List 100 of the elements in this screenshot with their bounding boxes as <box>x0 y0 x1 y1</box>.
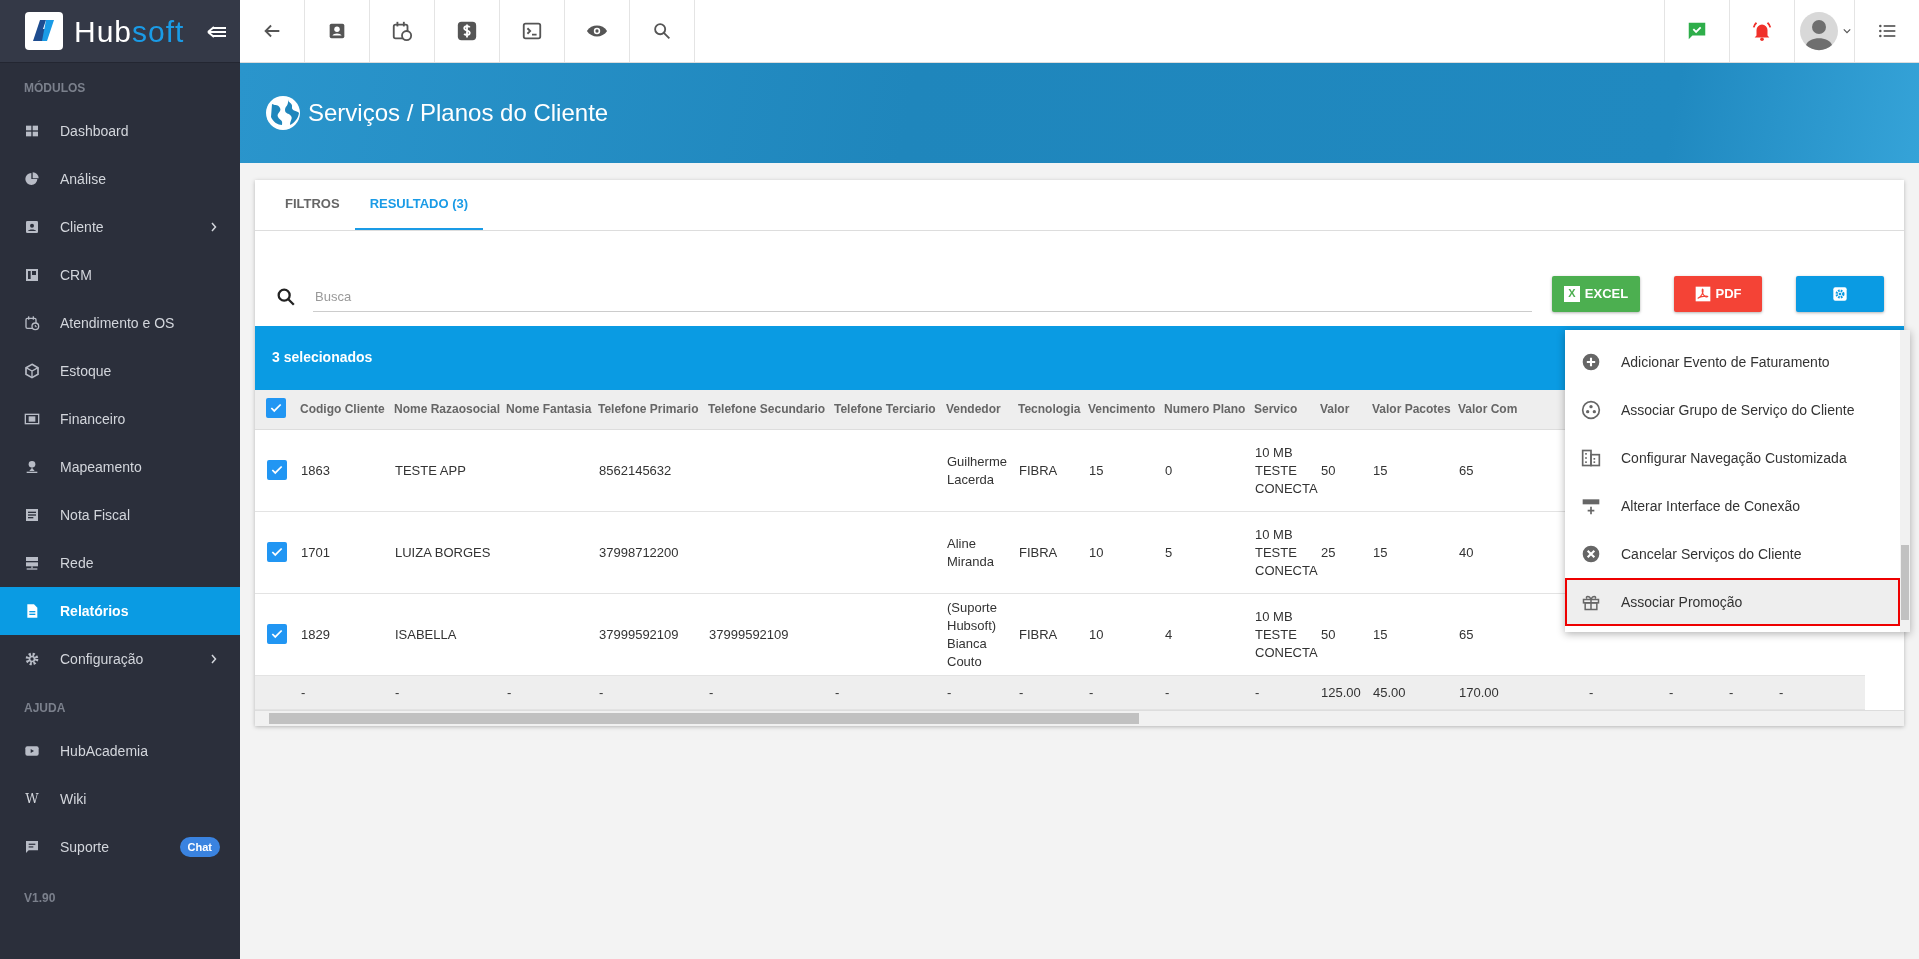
column-header: Vendedor <box>946 402 1001 417</box>
gear-icon <box>24 651 40 667</box>
sidebar-item[interactable]: Financeiro <box>0 395 240 443</box>
table-cell: 65 <box>1459 462 1474 478</box>
logo-text: soft <box>132 13 185 50</box>
table-cell: 10 MB TESTE CONECTA <box>1255 608 1318 660</box>
calendar-clock-button[interactable] <box>391 20 413 42</box>
column-header: Vencimento <box>1088 402 1156 417</box>
total-cell: - <box>709 684 714 700</box>
cancel-circle-icon <box>1581 544 1601 564</box>
total-cell: - <box>835 684 840 700</box>
table-cell: 40 <box>1459 544 1474 560</box>
table-cell: 1701 <box>301 544 330 560</box>
total-cell: - <box>1779 684 1784 700</box>
total-cell: - <box>1089 684 1094 700</box>
total-cell: - <box>301 684 306 700</box>
settings-button[interactable] <box>1796 275 1884 312</box>
checkbox[interactable] <box>266 398 286 419</box>
board-icon <box>24 267 40 283</box>
column-header: Valor Com <box>1458 402 1518 417</box>
table-cell: LUIZA BORGES <box>395 544 491 560</box>
column-header: Telefone Primario <box>598 402 699 417</box>
column-header: Valor <box>1320 402 1350 417</box>
dollar-button[interactable] <box>456 20 478 42</box>
contact-card-icon <box>24 219 40 235</box>
table-cell: 10 <box>1089 544 1104 560</box>
table-cell: 8562145632 <box>599 462 672 478</box>
table-cell: 25 <box>1321 544 1336 560</box>
building-icon <box>1581 448 1601 468</box>
total-cell: 125.00 <box>1321 684 1361 700</box>
bell-icon[interactable] <box>1751 20 1773 42</box>
total-cell: 170.00 <box>1459 684 1499 700</box>
checkbox[interactable] <box>267 623 287 644</box>
table-cell: 50 <box>1321 626 1336 642</box>
sidebar-item[interactable]: Análise <box>0 155 240 203</box>
chat-badge: Chat <box>179 836 220 858</box>
table-cell: 10 MB TESTE CONECTA <box>1255 526 1318 578</box>
tab[interactable]: FILTROS <box>270 180 355 230</box>
total-cell: - <box>1165 684 1170 700</box>
sidebar-item[interactable]: CRM <box>0 251 240 299</box>
table-cell: 1863 <box>301 462 330 478</box>
total-cell: - <box>1019 684 1024 700</box>
sidebar-item[interactable]: W Wiki <box>0 775 240 823</box>
add-circle-icon <box>1581 352 1601 372</box>
sidebar-item[interactable]: Cliente <box>0 203 240 251</box>
sidebar-item[interactable]: HubAcademia <box>0 727 240 775</box>
sidebar-item[interactable]: Dashboard <box>0 107 240 155</box>
menu-scrollbar[interactable] <box>1900 330 1910 632</box>
search-button[interactable] <box>651 20 673 42</box>
gear-icon <box>1832 285 1848 302</box>
total-cell: - <box>1729 684 1734 700</box>
sidebar-item[interactable]: Estoque <box>0 347 240 395</box>
checkbox[interactable] <box>267 459 287 480</box>
pie-chart-icon <box>24 171 40 187</box>
column-header: Tecnologia <box>1018 402 1081 417</box>
person-pin-icon <box>24 459 40 475</box>
file-icon <box>24 603 40 619</box>
sidebar-item[interactable]: Rede <box>0 539 240 587</box>
logo-icon <box>24 11 64 51</box>
total-cell: - <box>1255 684 1260 700</box>
sidebar-item[interactable]: Atendimento e OS <box>0 299 240 347</box>
menu-item[interactable]: Associar Promoção <box>1565 578 1900 626</box>
server-icon <box>24 555 40 571</box>
user-avatar[interactable] <box>1798 11 1851 51</box>
sidebar-item[interactable]: Suporte Chat <box>0 823 240 871</box>
column-header: Nome Razaosocial <box>394 402 501 417</box>
table-cell: 5 <box>1165 544 1173 560</box>
network-add-icon <box>1581 496 1601 516</box>
horizontal-scrollbar[interactable] <box>255 710 1904 726</box>
table-cell: 37999592109 <box>709 626 789 642</box>
wiki-icon: W <box>24 789 40 809</box>
table-cell: ISABELLA <box>395 626 457 642</box>
logo-text: Hub <box>74 13 133 50</box>
checkbox[interactable] <box>267 541 287 562</box>
column-header: Numero Plano <box>1164 402 1246 417</box>
excel-icon: X <box>1563 285 1580 302</box>
column-header: Servico <box>1254 402 1298 417</box>
play-icon <box>24 743 40 759</box>
table-cell: (Suporte Hubsoft) Bianca Couto <box>947 599 997 669</box>
terminal-button[interactable] <box>521 20 543 42</box>
version-text: V1.90 <box>23 890 57 907</box>
section-heading: AJUDA <box>23 700 67 717</box>
section-heading: MÓDULOS <box>23 79 87 97</box>
total-cell: - <box>1589 684 1594 700</box>
table-cell: 65 <box>1459 626 1474 642</box>
table-cell: 37999592109 <box>599 626 679 642</box>
total-cell: - <box>1669 684 1674 700</box>
pdf-button[interactable]: PDF <box>1674 275 1762 312</box>
sidebar-item[interactable]: Configuração <box>0 635 240 683</box>
sidebar-item[interactable]: Mapeamento <box>0 443 240 491</box>
total-cell: 45.00 <box>1373 684 1406 700</box>
grid-icon <box>24 123 40 139</box>
document-icon <box>24 507 40 523</box>
table-cell: Guilherme Lacerda <box>947 453 1007 487</box>
column-header: Codigo Cliente <box>300 402 385 417</box>
chat-icon <box>24 839 40 855</box>
sidebar-item[interactable]: Nota Fiscal <box>0 491 240 539</box>
total-cell: - <box>507 684 512 700</box>
total-cell: - <box>599 684 604 700</box>
table-cell: 10 MB TESTE CONECTA <box>1255 444 1318 496</box>
